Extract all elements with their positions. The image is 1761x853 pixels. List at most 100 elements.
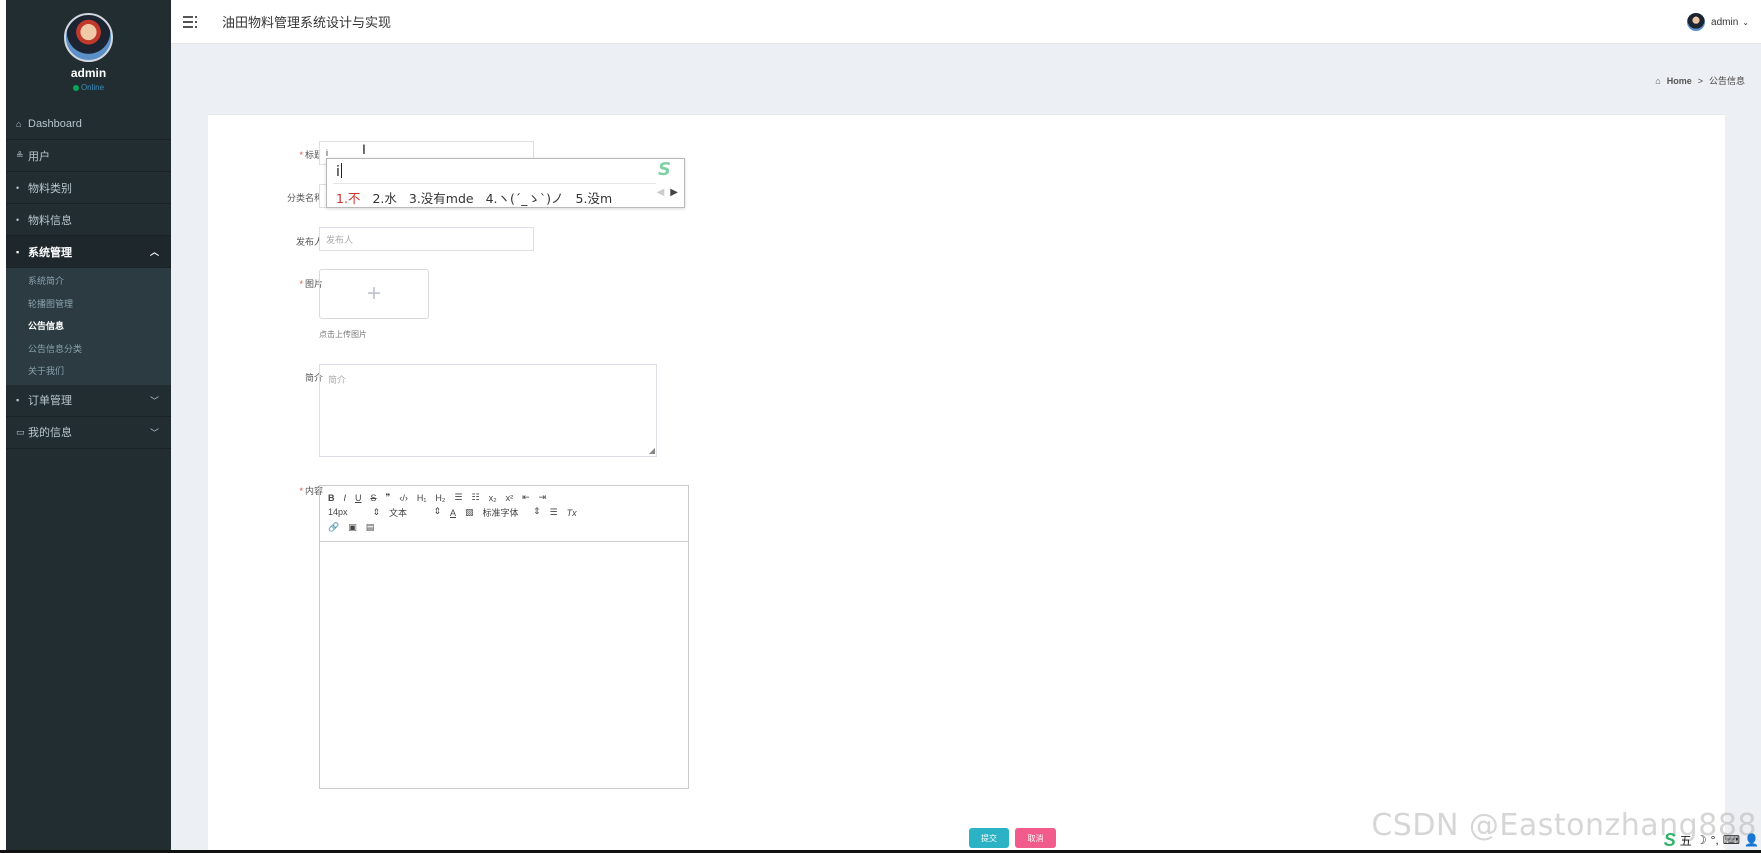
rich-text-editor: B I U S ❞ ‹/› H₁ H₂ ☰ ☷ x₂ x² ⇤ ⇥ 14px⇕ [319, 485, 689, 789]
status-badge: Online [6, 83, 171, 92]
submenu-item-notice-category[interactable]: 公告信息分类 [6, 338, 171, 361]
header-select[interactable]: 文本 ⇕ [389, 506, 441, 519]
home-icon: ⌂ [1655, 75, 1661, 86]
intro-textarea[interactable]: 简介 ◢ [319, 364, 657, 457]
publisher-label: 发布人 [295, 237, 323, 247]
plus-icon: + [366, 280, 381, 307]
breadcrumb: ⌂ Home > 公告信息 [1655, 74, 1745, 87]
h2-icon[interactable]: H₂ [435, 493, 445, 503]
h1-icon[interactable]: H₁ [417, 493, 427, 503]
font-color-icon[interactable]: A [450, 508, 456, 518]
submenu-item-about[interactable]: 关于我们 [6, 360, 171, 383]
ime-prev-icon[interactable]: ◀ [657, 187, 665, 198]
publisher-input[interactable]: 发布人 [319, 227, 534, 251]
sidebar-item-label: 物料信息 [28, 214, 72, 227]
sidebar-submenu-system: 系统简介 轮播图管理 公告信息 公告信息分类 关于我们 [6, 268, 171, 385]
ime-candidate[interactable]: 1.不 [336, 188, 360, 207]
header-username: admin [1711, 16, 1739, 28]
ime-candidate[interactable]: 3.没有mde [409, 188, 474, 207]
bold-icon[interactable]: B [328, 493, 335, 503]
sogou-logo-icon[interactable]: S [1664, 830, 1676, 851]
form-panel: * 标题 i I 分类名称 发布人 发布人 * 图片 + 点击上传图片 简介 简介 ◢… [208, 114, 1725, 853]
submenu-item-notice[interactable]: 公告信息 [6, 315, 171, 338]
ime-page-nav: ◀ ▶ [657, 187, 678, 198]
font-family-select[interactable]: 标准字体 ⇕ [483, 506, 541, 519]
wubi-mode-icon[interactable]: 五 [1680, 832, 1692, 849]
avatar [1687, 13, 1706, 31]
editor-body[interactable] [320, 542, 688, 788]
home-icon: ⌂ [16, 118, 22, 129]
sidebar-item-dashboard[interactable]: ⌂ Dashboard [6, 108, 171, 140]
cancel-button[interactable]: 取消 [1015, 828, 1056, 848]
sidebar-item-users[interactable]: ≗ 用户 [6, 140, 171, 172]
italic-icon[interactable]: I [344, 493, 347, 503]
chevron-up-icon: ︿ [149, 247, 159, 257]
font-size-select[interactable]: 14px ⇕ [328, 507, 380, 518]
image-upload-button[interactable]: + [319, 269, 429, 319]
subscript-icon[interactable]: x₂ [489, 493, 497, 503]
top-header: 油田物料管理系统设计与实现 admin ⌄ [171, 0, 1761, 44]
online-dot-icon [72, 84, 79, 91]
blockquote-icon[interactable]: ❞ [386, 492, 391, 503]
sidebar-item-material-info[interactable]: • 物料信息 [6, 204, 171, 236]
submenu-item-system-intro[interactable]: 系统简介 [6, 270, 171, 293]
clear-format-icon[interactable]: Tx [567, 508, 577, 518]
ime-candidate[interactable]: 2.水 [372, 188, 396, 207]
punctuation-icon[interactable]: °, [1711, 833, 1719, 847]
menu-toggle-icon[interactable] [183, 15, 197, 28]
indent-icon[interactable]: ⇥ [539, 492, 547, 503]
image-label: * 图片 [299, 279, 323, 289]
strike-icon[interactable]: S [371, 493, 377, 503]
sogou-logo-icon: S [658, 159, 671, 180]
select-arrows-icon: ⇕ [532, 506, 541, 516]
select-arrows-icon: ⇕ [372, 507, 380, 517]
sidebar-item-system[interactable]: ▪ 系统管理 ︿ [6, 236, 171, 268]
bullet-list-icon[interactable]: ☷ [472, 492, 480, 503]
select-arrows-icon: ⇕ [433, 506, 441, 516]
user-icon[interactable]: 👤 [1744, 833, 1759, 847]
avatar [64, 13, 113, 62]
title-label: * 标题 [299, 150, 323, 160]
grid-icon: ▪ [16, 395, 20, 405]
user-icon: ≗ [16, 150, 24, 160]
caret-down-icon: ⌄ [1742, 17, 1749, 27]
outdent-icon[interactable]: ⇤ [522, 492, 530, 503]
background-color-icon[interactable]: ▧ [465, 507, 474, 518]
sidebar: admin Online ⌂ Dashboard ≗ 用户 • 物料类别 • 物料信息 … [6, 0, 171, 853]
video-icon[interactable]: ▤ [366, 522, 375, 533]
sidebar-item-material-category[interactable]: • 物料类别 [6, 172, 171, 204]
moon-icon[interactable]: ☽ [1696, 833, 1707, 847]
toolbar-row-media: 🔗 ▣ ▤ [328, 520, 680, 535]
sidebar-item-label: Dashboard [28, 117, 82, 130]
superscript-icon[interactable]: x² [506, 493, 514, 503]
submit-button[interactable]: 提交 [969, 828, 1009, 848]
code-block-icon[interactable]: ‹/› [399, 493, 408, 503]
ime-candidate-window: i S 1.不 2.水 3.没有mde 4.ヽ(´_ゝ`)ノ 5.没m ◀ ▶ [326, 158, 685, 208]
sidebar-item-label: 我的信息 [28, 427, 72, 439]
breadcrumb-home[interactable]: Home [1667, 76, 1692, 86]
ordered-list-icon[interactable]: ☰ [454, 492, 462, 503]
category-label: 分类名称 [286, 193, 323, 203]
keyboard-icon[interactable]: ⌨ [1723, 833, 1740, 847]
ime-candidate[interactable]: 4.ヽ(´_ゝ`)ノ [486, 188, 564, 207]
sidebar-username: admin [70, 66, 107, 80]
ime-candidate[interactable]: 5.没m [576, 188, 613, 207]
align-icon[interactable]: ☰ [550, 507, 558, 518]
link-icon[interactable]: 🔗 [328, 522, 339, 533]
ime-next-icon[interactable]: ▶ [670, 187, 678, 198]
breadcrumb-separator: > [1697, 75, 1703, 86]
sidebar-item-orders[interactable]: ▪ 订单管理 ﹀ [6, 385, 171, 417]
sidebar-item-label: 用户 [28, 150, 50, 163]
editor-toolbar: B I U S ❞ ‹/› H₁ H₂ ☰ ☷ x₂ x² ⇤ ⇥ 14px⇕ [320, 486, 688, 542]
submenu-item-carousel[interactable]: 轮播图管理 [6, 293, 171, 316]
sidebar-item-my-info[interactable]: ▭ 我的信息 ﹀ [6, 417, 171, 449]
underline-icon[interactable]: U [355, 493, 362, 503]
card-icon: ▭ [16, 426, 25, 437]
resize-grip-icon[interactable]: ◢ [649, 446, 655, 455]
sidebar-item-label: 物料类别 [28, 182, 72, 195]
user-menu[interactable]: admin ⌄ [1687, 13, 1749, 31]
intro-placeholder: 简介 [328, 375, 347, 385]
upload-tip: 点击上传图片 [319, 330, 367, 339]
sidebar-item-label: 订单管理 [28, 395, 72, 407]
image-icon[interactable]: ▣ [348, 522, 357, 533]
